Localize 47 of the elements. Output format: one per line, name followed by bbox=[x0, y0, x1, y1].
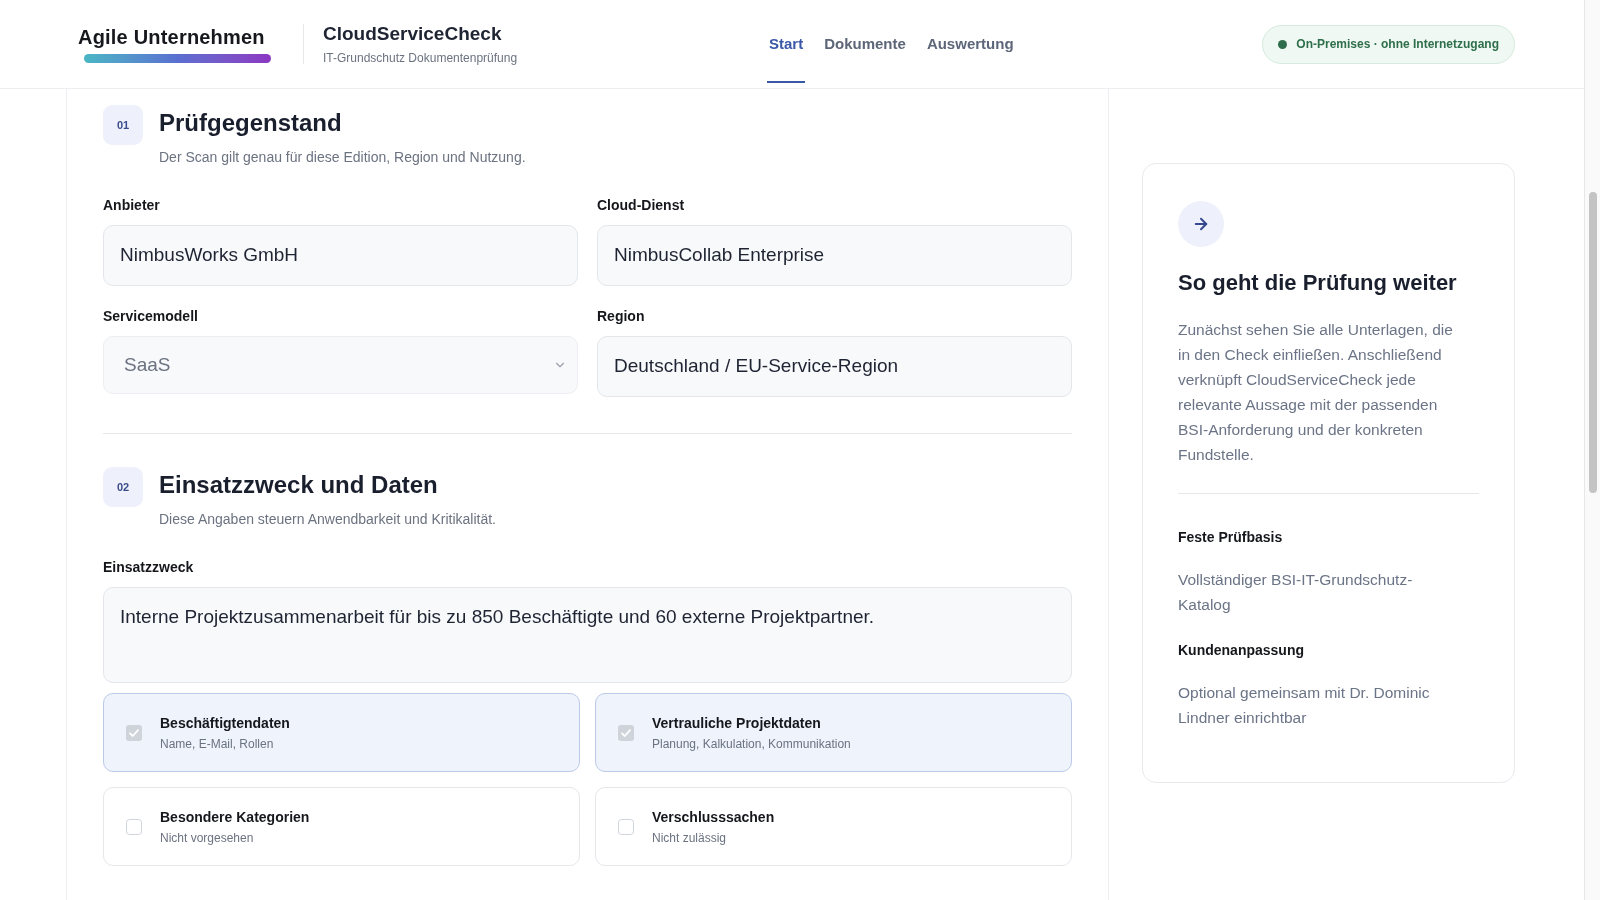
text-field[interactable]: NimbusCollab Enterprise bbox=[597, 225, 1072, 286]
option-description: Nicht vorgesehen bbox=[160, 830, 255, 846]
brand-name: Agile Unternehmen bbox=[78, 25, 266, 49]
info-title: So geht die Prüfung weiter bbox=[1178, 269, 1458, 297]
field-label: Anbieter bbox=[103, 196, 161, 215]
option-description: Nicht zulässig bbox=[652, 830, 728, 846]
field-label: Region bbox=[597, 307, 646, 326]
nav-tab[interactable]: Dokumente bbox=[822, 0, 908, 83]
checkbox[interactable] bbox=[126, 818, 142, 835]
section-number: 02 bbox=[103, 467, 143, 507]
section-subtitle: Der Scan gilt genau für diese Edition, Region und Nutzung. bbox=[159, 148, 526, 167]
field-label: Einsatzzweck bbox=[103, 558, 195, 577]
option-title: Besondere Kategorien bbox=[160, 808, 310, 827]
text-area[interactable]: Interne Projektzusammenarbeit für bis zu 850 Beschäftigte und 60 externe Projektpartner. bbox=[103, 587, 1072, 683]
detail-value: Vollständiger BSI-IT-Grundschutz-Katalog bbox=[1178, 570, 1414, 615]
app-subtitle: IT-Grundschutz Dokumentenprüfung bbox=[323, 50, 518, 66]
option-card[interactable]: Besondere Kategorien Nicht vorgesehen bbox=[103, 787, 580, 866]
checkbox[interactable] bbox=[618, 724, 634, 741]
field-label: Servicemodell bbox=[103, 307, 199, 326]
option-description: Name, E-Mail, Rollen bbox=[160, 736, 275, 752]
arrow-right-icon bbox=[1178, 201, 1224, 247]
option-card[interactable]: Vertrauliche Projektdaten Planung, Kalkulation, Kommunikation bbox=[595, 693, 1072, 772]
option-card[interactable]: Beschäftigtendaten Name, E-Mail, Rollen bbox=[103, 693, 580, 772]
scrollbar-thumb[interactable] bbox=[1588, 192, 1597, 493]
section-number: 01 bbox=[103, 105, 143, 145]
checkbox[interactable] bbox=[618, 818, 634, 835]
nav-tab[interactable]: Start bbox=[767, 0, 806, 83]
text-field[interactable]: NimbusWorks GmbH bbox=[103, 225, 578, 286]
field-label: Cloud-Dienst bbox=[597, 196, 686, 215]
detail-label: Kundenanpassung bbox=[1178, 641, 1305, 660]
section-subtitle: Diese Angaben steuern Anwendbarkeit und Kritikalität. bbox=[159, 510, 496, 529]
detail-label: Feste Prüfbasis bbox=[1178, 528, 1284, 547]
text-field[interactable]: Deutschland / EU-Service-Region bbox=[597, 336, 1072, 397]
detail-value: Optional gemeinsam mit Dr. Dominic Lindner einrichtbar bbox=[1178, 683, 1431, 728]
info-text: Zunächst sehen Sie alle Unterlagen, die in den Check einfließen. Anschließend verknüpft CloudServiceCheck jede relevante Aussage mit der passenden BSI-Anforderung und der konkreten Fundstelle. bbox=[1178, 320, 1453, 465]
option-description: Planung, Kalkulation, Kommunikation bbox=[652, 736, 851, 752]
section-title: Prüfgegenstand bbox=[159, 108, 343, 138]
checkbox[interactable] bbox=[126, 724, 142, 741]
app-title: CloudServiceCheck bbox=[323, 22, 503, 46]
option-title: Beschäftigtendaten bbox=[160, 714, 290, 733]
select-field[interactable]: SaaS bbox=[103, 336, 578, 394]
option-title: Verschlusssachen bbox=[652, 808, 775, 827]
option-title: Vertrauliche Projektdaten bbox=[652, 714, 822, 733]
option-card[interactable]: Verschlusssachen Nicht zulässig bbox=[595, 787, 1072, 866]
section-title: Einsatzzweck und Daten bbox=[159, 470, 439, 500]
status-label: On-Premises · ohne Internetzugang bbox=[1296, 36, 1499, 53]
nav-tab[interactable]: Auswertung bbox=[924, 0, 1016, 83]
